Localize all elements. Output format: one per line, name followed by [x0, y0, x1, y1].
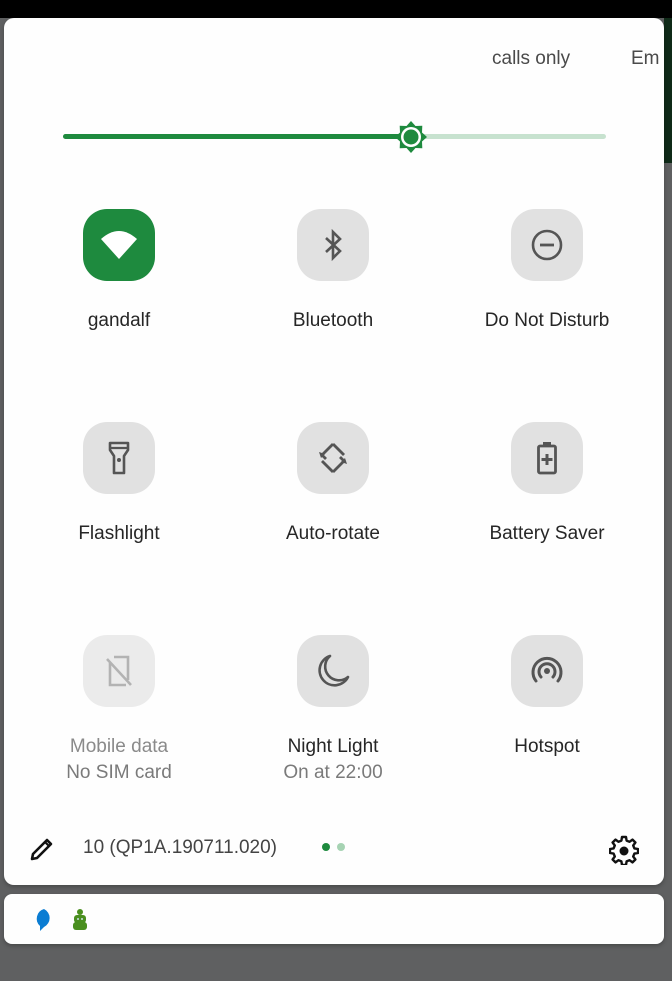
tile-label: Battery Saver [489, 523, 605, 544]
tile-sublabel: No SIM card [66, 762, 172, 783]
tile-hotspot[interactable]: Hotspot [447, 635, 647, 760]
battery-saver-tile-button[interactable] [511, 422, 583, 494]
hotspot-icon [531, 656, 563, 683]
status-bar-background [0, 0, 672, 18]
dnd-tile-button[interactable] [511, 209, 583, 281]
tile-mobile-data[interactable]: Mobile data No SIM card [19, 635, 219, 786]
flashlight-tile-button[interactable] [83, 422, 155, 494]
night-light-icon [318, 654, 350, 687]
brightness-slider[interactable] [63, 120, 606, 154]
page-dot-2 [337, 843, 345, 851]
no-sim-icon [106, 655, 132, 687]
tile-night-light[interactable]: Night Light On at 22:00 [233, 635, 433, 786]
slider-track-fill [63, 134, 411, 139]
do-not-disturb-icon [531, 229, 563, 261]
quick-settings-panel: calls only Em gandalf Bluetooth Do Not D… [4, 18, 664, 885]
brightness-icon[interactable] [394, 120, 428, 154]
page-dot-1 [322, 843, 330, 851]
settings-gear-icon[interactable] [609, 835, 639, 865]
bluetooth-tile-button[interactable] [297, 209, 369, 281]
truncated-header-text: Em [631, 48, 660, 69]
tile-auto-rotate[interactable]: Auto-rotate [233, 422, 433, 547]
tile-battery-saver[interactable]: Battery Saver [447, 422, 647, 547]
quick-settings-footer: 10 (QP1A.190711.020) [4, 823, 664, 873]
build-number[interactable]: 10 (QP1A.190711.020) [83, 837, 277, 859]
tile-wifi[interactable]: gandalf [19, 209, 219, 334]
tile-label: Mobile data [69, 736, 169, 757]
notification-shelf[interactable] [4, 894, 664, 944]
wifi-icon [101, 231, 137, 259]
battery-saver-icon [537, 442, 557, 475]
background-scrim [664, 163, 672, 981]
auto-rotate-icon [319, 443, 347, 473]
tile-sublabel: On at 22:00 [283, 762, 383, 783]
edit-pencil-icon[interactable] [28, 835, 56, 863]
tile-flashlight[interactable]: Flashlight [19, 422, 219, 547]
hotspot-tile-button[interactable] [511, 635, 583, 707]
tile-label: gandalf [87, 310, 151, 331]
android-icon [73, 909, 87, 930]
tile-label: Hotspot [514, 736, 580, 757]
messages-icon [36, 909, 50, 931]
wifi-tile-button[interactable] [83, 209, 155, 281]
night-light-tile-button[interactable] [297, 635, 369, 707]
tile-label: Do Not Disturb [484, 310, 610, 331]
tile-label: Auto-rotate [286, 523, 380, 544]
dnd-mode-text: calls only [492, 48, 571, 69]
mobile-data-tile-button[interactable] [83, 635, 155, 707]
background-app-edge [664, 18, 672, 163]
page-indicator [322, 843, 345, 851]
tile-label: Flashlight [78, 523, 160, 544]
tile-bluetooth[interactable]: Bluetooth [233, 209, 433, 334]
tile-label: Bluetooth [292, 310, 374, 331]
flashlight-icon [108, 441, 130, 475]
auto-rotate-tile-button[interactable] [297, 422, 369, 494]
tile-do-not-disturb[interactable]: Do Not Disturb [447, 209, 647, 334]
tile-label: Night Light [287, 736, 379, 757]
bluetooth-icon [325, 229, 342, 261]
